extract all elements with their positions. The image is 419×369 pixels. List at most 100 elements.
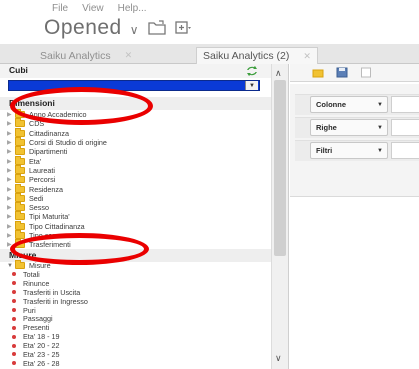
columns-label: Colonne <box>316 100 346 109</box>
measure-label: Trasferiti in Ingresso <box>23 296 88 306</box>
measure-item[interactable]: Passaggi <box>0 314 271 323</box>
menu-bar: File View Help... <box>52 3 147 14</box>
filters-axis[interactable]: Filtri ▼ <box>310 142 388 159</box>
collapsed-arrow-icon[interactable]: ▶ <box>7 158 15 165</box>
opened-label: Opened <box>44 16 122 39</box>
menu-file[interactable]: File <box>52 3 68 14</box>
dimension-item[interactable]: ▶ Cittadinanza <box>0 127 271 138</box>
dimension-item[interactable]: ▶ Tipo corso <box>0 230 271 240</box>
columns-axis[interactable]: Colonne ▼ <box>310 96 388 113</box>
rows-drop-zone[interactable] <box>391 119 419 136</box>
measure-item[interactable]: Eta' 18 - 19 <box>0 332 271 341</box>
collapsed-arrow-icon[interactable]: ▶ <box>7 223 15 230</box>
dimension-item[interactable]: ▶ Eta' <box>0 155 271 166</box>
measure-list: ▼ Misure Totali Rinunce Trasferiti in Usci… <box>0 260 271 369</box>
measure-dot-icon <box>12 316 16 321</box>
tab-saiku-analytics-2[interactable]: Saiku Analytics (2) ✕ <box>196 47 318 64</box>
measure-item[interactable]: Totali <box>0 270 271 279</box>
menu-view[interactable]: View <box>82 3 104 14</box>
collapsed-arrow-icon[interactable]: ▶ <box>7 213 15 220</box>
close-icon[interactable]: ✕ <box>125 50 133 61</box>
measure-item[interactable]: Eta' 23 - 25 <box>0 350 271 359</box>
refresh-icon[interactable] <box>246 66 258 76</box>
dimension-item[interactable]: ▶ Corsi di Studio di origine <box>0 137 271 148</box>
measure-item[interactable]: Eta' 26 - 28 <box>0 359 271 368</box>
folder-icon <box>15 109 25 119</box>
dimension-label: Corsi di Studio di origine <box>29 138 107 148</box>
chevron-down-icon[interactable]: ▼ <box>245 81 258 90</box>
collapsed-arrow-icon[interactable]: ▶ <box>7 130 15 137</box>
collapsed-arrow-icon[interactable]: ▶ <box>7 241 15 248</box>
rows-axis[interactable]: Righe ▼ <box>310 119 388 136</box>
folder-icon <box>15 127 25 137</box>
folder-icon <box>15 260 25 269</box>
folder-icon <box>15 183 25 193</box>
collapsed-arrow-icon[interactable]: ▶ <box>7 204 15 211</box>
menu-help[interactable]: Help... <box>118 3 147 14</box>
measure-dot-icon <box>12 352 16 357</box>
dimension-item[interactable]: ▶ Residenza <box>0 183 271 194</box>
opened-dropdown[interactable]: Opened ∨ <box>44 16 139 40</box>
collapsed-arrow-icon[interactable]: ▶ <box>7 120 15 127</box>
measure-item[interactable]: Rinunce <box>0 279 271 288</box>
chevron-down-icon[interactable]: ▼ <box>373 97 387 112</box>
folder-icon <box>15 118 25 128</box>
measures-folder[interactable]: ▼ Misure <box>0 260 271 270</box>
dimension-label: Tipi Maturita' <box>29 212 70 222</box>
collapsed-arrow-icon[interactable]: ▶ <box>7 186 15 193</box>
chevron-down-icon[interactable]: ▼ <box>373 143 387 158</box>
filters-drop-zone[interactable] <box>391 142 419 159</box>
measure-label: Eta' 26 - 28 <box>23 358 60 368</box>
dimension-item[interactable]: ▶ Percorsi <box>0 174 271 185</box>
chevron-down-icon[interactable]: ▼ <box>373 120 387 135</box>
measure-item[interactable]: Trasferiti in Uscita <box>0 288 271 297</box>
new-icon[interactable] <box>360 67 372 78</box>
scroll-down-icon[interactable]: ∨ <box>275 353 282 364</box>
folder-icon <box>15 202 25 212</box>
folder-icon <box>15 211 25 221</box>
dimension-label: Sedi <box>29 193 44 203</box>
measure-label: Passaggi <box>23 314 53 324</box>
dimension-item[interactable]: ▶ CDS <box>0 118 271 129</box>
dimension-label: Residenza <box>29 184 63 194</box>
measure-item[interactable]: Trasferiti in Ingresso <box>0 297 271 306</box>
dimension-item[interactable]: ▶ Dipartimenti <box>0 146 271 156</box>
tab-saiku-analytics[interactable]: Saiku Analytics ✕ <box>34 47 138 64</box>
left-scrollbar[interactable]: ∧ ∨ <box>271 64 288 369</box>
scroll-thumb[interactable] <box>274 80 286 256</box>
close-icon[interactable]: ✕ <box>303 51 311 62</box>
dimension-item[interactable]: ▶ Anno Accademico <box>0 109 271 119</box>
measure-label: Eta' 20 - 22 <box>23 341 60 351</box>
measure-label: Puri <box>23 305 36 315</box>
open-folder-icon[interactable] <box>148 20 166 35</box>
scroll-up-icon[interactable]: ∧ <box>275 68 282 79</box>
measure-label: Trasferiti in Uscita <box>23 287 81 297</box>
dimension-item[interactable]: ▶ Laureati <box>0 164 271 175</box>
measure-dot-icon <box>12 281 16 286</box>
dimension-label: CDS <box>29 119 45 129</box>
new-query-icon[interactable] <box>175 20 193 35</box>
cube-select[interactable]: ▼ <box>8 80 260 91</box>
collapsed-arrow-icon[interactable]: ▶ <box>7 148 15 155</box>
dimension-item[interactable]: ▶ Tipo Cittadinanza <box>0 220 271 231</box>
collapsed-arrow-icon[interactable]: ▶ <box>7 139 15 146</box>
collapsed-arrow-icon[interactable]: ▶ <box>7 232 15 239</box>
measure-item[interactable]: Presenti <box>0 323 271 332</box>
dimension-label: Laureati <box>29 165 55 175</box>
dimension-item[interactable]: ▶ Sedi <box>0 192 271 203</box>
collapsed-arrow-icon[interactable]: ▶ <box>7 167 15 174</box>
measure-item[interactable]: Puri <box>0 306 271 315</box>
collapsed-arrow-icon[interactable]: ▶ <box>7 111 15 118</box>
folder-icon <box>15 220 25 230</box>
measure-item[interactable]: Eta' 20 - 22 <box>0 341 271 350</box>
columns-drop-zone[interactable] <box>391 96 419 113</box>
folder-icon[interactable] <box>312 67 324 78</box>
dimension-item[interactable]: ▶ Sesso <box>0 202 271 212</box>
axis-area: Colonne ▼ Righe ▼ Filtri ▼ <box>290 84 419 197</box>
save-icon[interactable] <box>336 67 348 78</box>
dimension-label: Eta' <box>29 156 42 166</box>
collapsed-arrow-icon[interactable]: ▶ <box>7 176 15 183</box>
dimension-label: Percorsi <box>29 175 56 185</box>
dimension-item[interactable]: ▶ Tipi Maturita' <box>0 211 271 222</box>
collapsed-arrow-icon[interactable]: ▶ <box>7 195 15 202</box>
